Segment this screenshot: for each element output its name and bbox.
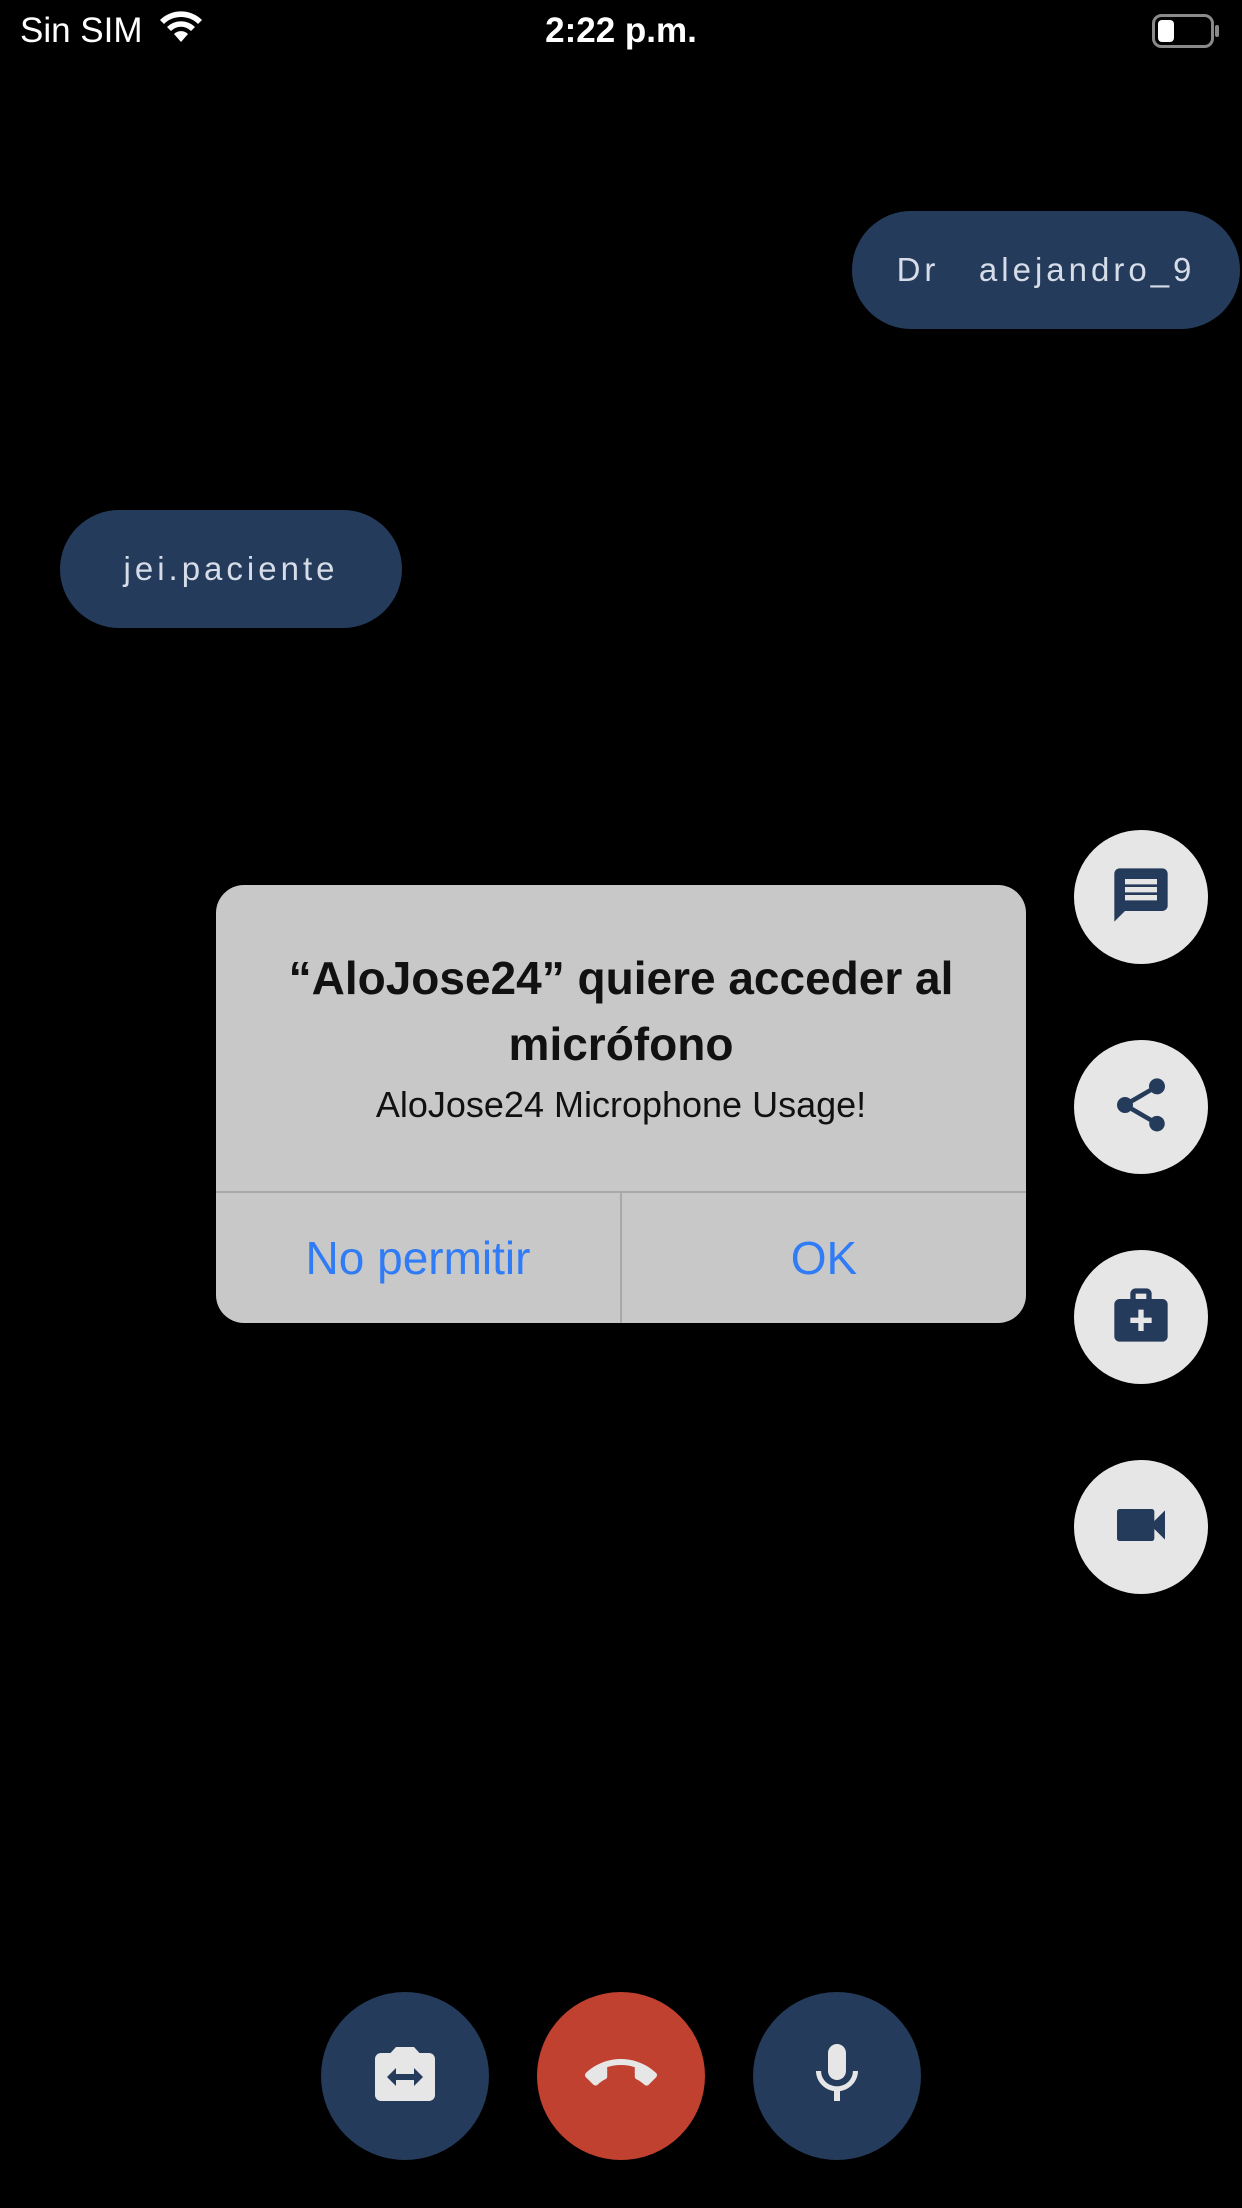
alert-message: AloJose24 Microphone Usage! [375,1084,867,1125]
patient-name-label: jei.paciente [60,510,402,628]
status-time: 2:22 p.m. [545,11,697,50]
ok-button[interactable]: OK [622,1193,1026,1323]
alert-body: “AloJose24” quiere acceder al micrófono … [216,885,1026,1191]
deny-button[interactable]: No permitir [216,1193,620,1323]
video-toggle-button[interactable] [1074,1460,1208,1594]
switch-camera-button[interactable] [321,1992,489,2160]
end-call-button[interactable] [537,1992,705,2160]
share-icon [1109,1073,1173,1142]
microphone-icon [801,2038,873,2115]
video-camera-icon [1109,1493,1173,1562]
alert-title: “AloJose24” quiere acceder al micrófono [288,952,954,1070]
medical-kit-icon [1109,1283,1173,1352]
chat-icon [1109,863,1173,932]
medical-kit-button[interactable] [1074,1250,1208,1384]
microphone-button[interactable] [753,1992,921,2160]
doctor-name-label: Dr alejandro_9 [852,211,1240,329]
end-call-icon [585,2038,657,2115]
battery-low-icon [1152,14,1220,48]
switch-camera-icon [369,2038,441,2115]
chat-button[interactable] [1074,830,1208,964]
call-screen: Sin SIM 2:22 p.m. Dr alejandro_9 jei.pac… [0,0,1242,2208]
share-button[interactable] [1074,1040,1208,1174]
microphone-permission-alert: “AloJose24” quiere acceder al micrófono … [216,885,1026,1323]
